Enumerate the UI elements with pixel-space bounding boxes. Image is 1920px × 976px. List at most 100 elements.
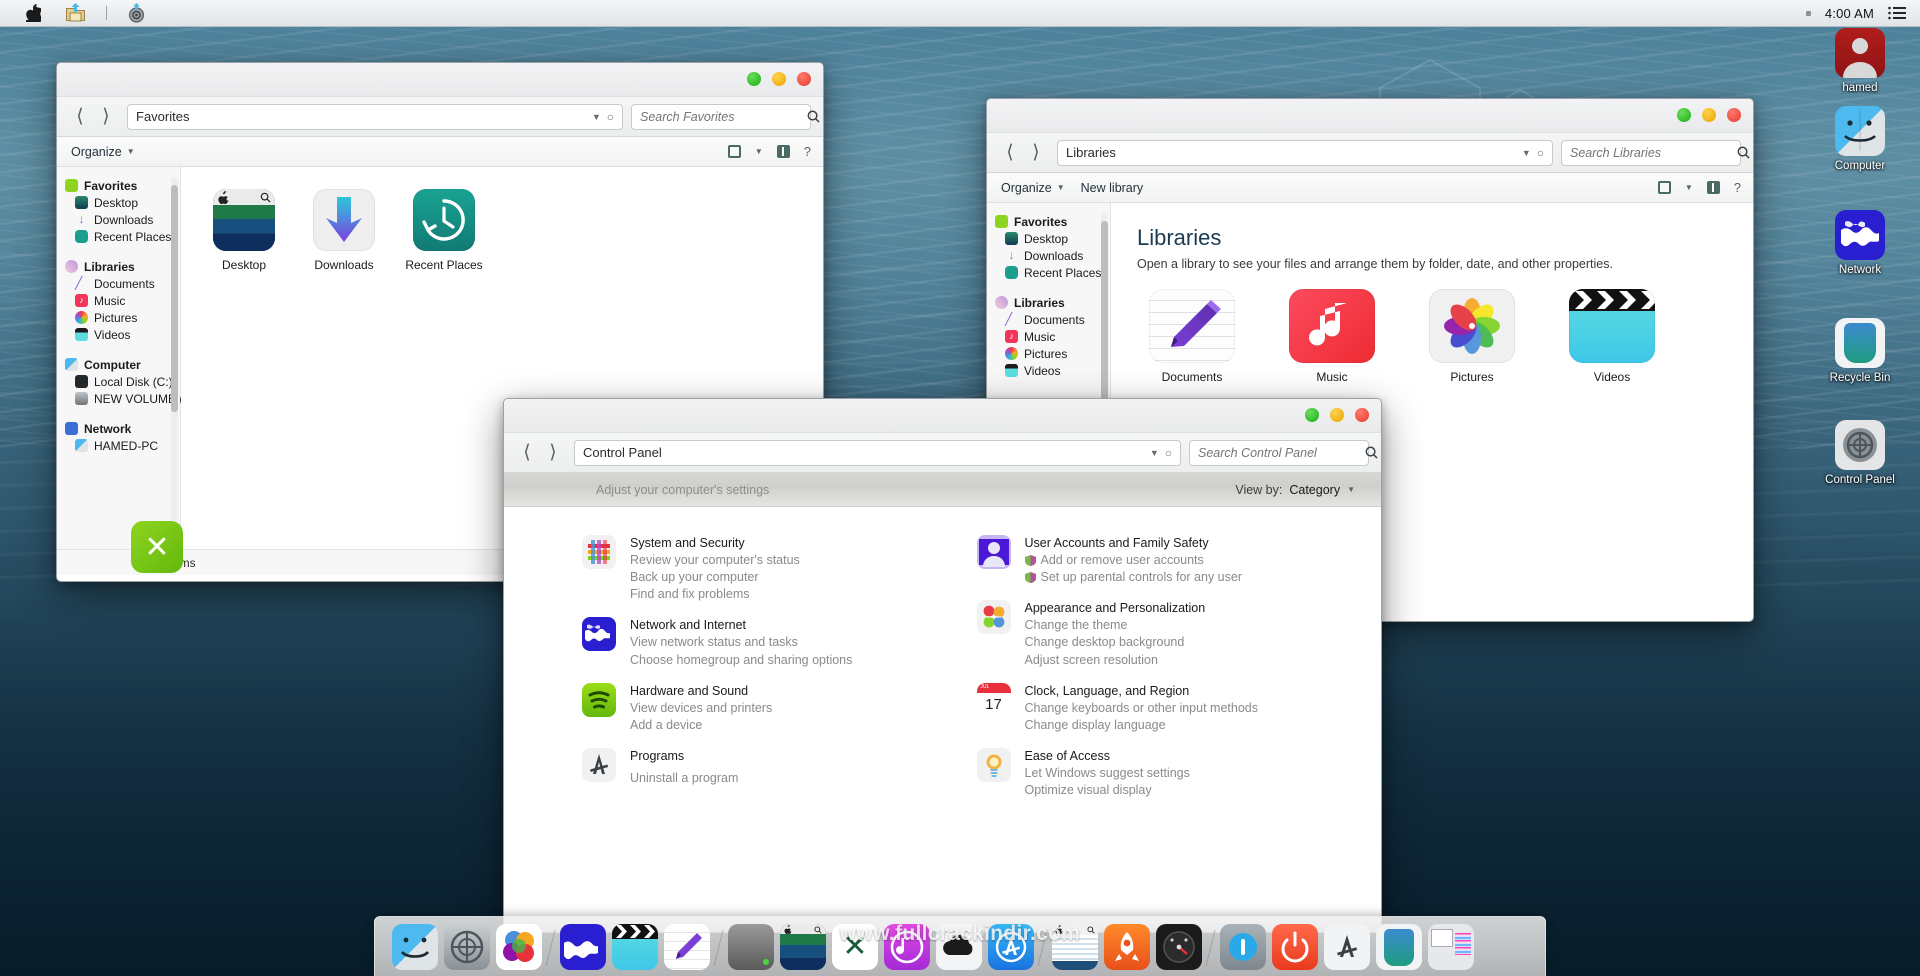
category-link[interactable]: Set up parental controls for any user bbox=[1024, 570, 1242, 584]
sidebar-item-videos[interactable]: Videos bbox=[57, 326, 180, 343]
refresh-icon[interactable]: ○ bbox=[1165, 446, 1172, 460]
list-menu-icon[interactable] bbox=[1888, 6, 1906, 20]
file-item-downloads[interactable]: Downloads bbox=[303, 189, 385, 272]
refresh-icon[interactable]: ○ bbox=[1537, 146, 1544, 160]
sidebar-item-recent-places[interactable]: Recent Places bbox=[987, 264, 1110, 281]
refresh-icon[interactable]: ○ bbox=[607, 110, 614, 124]
titlebar[interactable] bbox=[504, 399, 1381, 433]
search-box[interactable] bbox=[1561, 139, 1750, 166]
dock-item-desktop-wallpaper-icon[interactable] bbox=[780, 924, 826, 970]
control-panel-menu-button[interactable] bbox=[115, 0, 158, 27]
category-link[interactable]: Find and fix problems bbox=[630, 588, 800, 601]
window-control-panel[interactable]: ⟨ ⟩ Control Panel ▼ ○ Adjust your comput… bbox=[503, 398, 1382, 933]
address-bar[interactable]: Favorites ▼ ○ bbox=[127, 103, 623, 130]
window-controls[interactable] bbox=[747, 72, 811, 86]
menubar-clock[interactable]: 4:00 AM bbox=[1825, 6, 1874, 21]
view-options-chevron-icon[interactable]: ▼ bbox=[1685, 183, 1693, 192]
view-options-chevron-icon[interactable]: ▼ bbox=[755, 147, 763, 156]
chevron-down-icon[interactable]: ▼ bbox=[1522, 148, 1531, 158]
dock-item-network-globe-icon[interactable] bbox=[560, 924, 606, 970]
file-explorer-menu-button[interactable] bbox=[53, 0, 98, 27]
sidebar-item-local-disk[interactable]: Local Disk (C:) bbox=[57, 373, 180, 390]
close-button[interactable] bbox=[1355, 408, 1369, 422]
address-bar[interactable]: Control Panel ▼ ○ bbox=[574, 439, 1181, 466]
category-link[interactable]: View network status and tasks bbox=[630, 636, 852, 649]
category-title[interactable]: System and Security bbox=[630, 536, 800, 550]
back-button[interactable]: ⟨ bbox=[67, 103, 93, 131]
dock-item-cloud-icon[interactable] bbox=[936, 924, 982, 970]
sidebar-item-downloads[interactable]: ↓ Downloads bbox=[57, 211, 180, 228]
sidebar-item-favorites[interactable]: Favorites bbox=[57, 177, 180, 194]
category-link[interactable]: Let Windows suggest settings bbox=[1025, 766, 1190, 780]
sidebar-item-pictures[interactable]: Pictures bbox=[987, 345, 1110, 362]
library-item-videos[interactable]: Videos bbox=[1553, 289, 1671, 384]
dock-item-appstore-icon[interactable] bbox=[988, 924, 1034, 970]
category-title[interactable]: Network and Internet bbox=[630, 618, 852, 632]
desktop-icon-control-panel[interactable]: Control Panel bbox=[1814, 420, 1906, 487]
sidebar-favorites[interactable]: Favorites Desktop ↓ Downloads Recent Pla… bbox=[57, 167, 199, 549]
dock-item-videos-clapperboard-icon[interactable] bbox=[612, 924, 658, 970]
dock-item-finder-window-icon[interactable] bbox=[1052, 924, 1098, 970]
new-library-button[interactable]: New library bbox=[1081, 181, 1144, 195]
back-button[interactable]: ⟨ bbox=[997, 139, 1023, 167]
sidebar-item-desktop[interactable]: Desktop bbox=[57, 194, 180, 211]
preview-pane-icon[interactable] bbox=[1706, 181, 1720, 194]
desktop-icon-network[interactable]: Network bbox=[1814, 210, 1906, 277]
sidebar-item-favorites[interactable]: Favorites bbox=[987, 213, 1110, 230]
scrollbar-thumb[interactable] bbox=[171, 185, 178, 412]
sidebar-item-music[interactable]: ♪ Music bbox=[987, 328, 1110, 345]
search-input[interactable] bbox=[1198, 445, 1361, 460]
titlebar[interactable] bbox=[987, 99, 1753, 133]
category-link[interactable]: Back up your computer bbox=[630, 570, 800, 584]
sidebar-item-new-volume[interactable]: NEW VOLUME (E:) bbox=[57, 390, 199, 407]
dock-item-xcode-icon[interactable] bbox=[1324, 924, 1370, 970]
sidebar-item-downloads[interactable]: ↓ Downloads bbox=[987, 247, 1110, 264]
library-item-documents[interactable]: Documents bbox=[1133, 289, 1251, 384]
category-title[interactable]: Clock, Language, and Region bbox=[1025, 684, 1258, 698]
category-hardware-and-sound[interactable]: Hardware and Sound View devices and prin… bbox=[582, 682, 943, 732]
dock-item-colors-icon[interactable] bbox=[496, 924, 542, 970]
category-link[interactable]: Change desktop background bbox=[1025, 636, 1206, 649]
dock-item-info-icon[interactable] bbox=[1220, 924, 1266, 970]
sidebar-scrollbar[interactable] bbox=[171, 177, 178, 543]
category-link[interactable]: Add a device bbox=[630, 718, 772, 732]
sidebar-item-libraries[interactable]: Libraries bbox=[57, 258, 180, 275]
sidebar-item-hamed-pc[interactable]: HAMED-PC bbox=[57, 437, 180, 454]
file-item-desktop[interactable]: Desktop bbox=[203, 189, 285, 272]
sidebar-item-libraries[interactable]: Libraries bbox=[987, 294, 1110, 311]
dock-item-itunes-icon[interactable] bbox=[884, 924, 930, 970]
category-link[interactable]: Choose homegroup and sharing options bbox=[630, 653, 852, 667]
sidebar-item-videos[interactable]: Videos bbox=[987, 362, 1110, 379]
minimize-button[interactable] bbox=[1702, 108, 1716, 122]
category-appearance-and-personalization[interactable]: Appearance and Personalization Change th… bbox=[976, 600, 1382, 666]
titlebar[interactable] bbox=[57, 63, 823, 97]
category-title[interactable]: Hardware and Sound bbox=[630, 684, 772, 698]
apple-menu-button[interactable] bbox=[14, 0, 53, 27]
maximize-button[interactable] bbox=[1677, 108, 1691, 122]
category-link[interactable]: Change the theme bbox=[1025, 619, 1206, 632]
category-programs[interactable]: Programs Uninstall a program bbox=[582, 747, 943, 785]
sidebar-item-recent-places[interactable]: Recent Places bbox=[57, 228, 180, 245]
close-button[interactable] bbox=[797, 72, 811, 86]
back-button[interactable]: ⟨ bbox=[514, 439, 540, 467]
category-link[interactable]: Add or remove user accounts bbox=[1024, 553, 1243, 567]
sidebar-item-network[interactable]: Network bbox=[57, 420, 180, 437]
close-button[interactable] bbox=[1727, 108, 1741, 122]
category-link[interactable]: Uninstall a program bbox=[630, 771, 738, 785]
desktop-icon-hamed[interactable]: hamed bbox=[1814, 28, 1906, 95]
dock-item-documents-pen-icon[interactable] bbox=[664, 924, 710, 970]
category-title[interactable]: Appearance and Personalization bbox=[1025, 601, 1206, 615]
search-input[interactable] bbox=[640, 109, 803, 124]
category-ease-of-access[interactable]: Ease of Access Let Windows suggest setti… bbox=[976, 747, 1382, 797]
category-link[interactable]: Review your computer's status bbox=[630, 553, 800, 567]
category-title[interactable]: Ease of Access bbox=[1025, 749, 1190, 763]
dock-item-recycle-bin-icon[interactable] bbox=[1376, 924, 1422, 970]
category-user-accounts-and-family-safety[interactable]: User Accounts and Family Safety Add or r… bbox=[976, 535, 1382, 584]
window-controls[interactable] bbox=[1305, 408, 1369, 422]
view-by-control[interactable]: View by: Category ▼ bbox=[1235, 483, 1355, 497]
sidebar-item-computer[interactable]: Computer bbox=[57, 356, 180, 373]
dock-item-power-icon[interactable] bbox=[1272, 924, 1318, 970]
file-item-recent-places[interactable]: Recent Places bbox=[403, 189, 485, 272]
category-title[interactable]: Programs bbox=[630, 749, 738, 763]
view-mode-icon[interactable] bbox=[1657, 181, 1671, 194]
